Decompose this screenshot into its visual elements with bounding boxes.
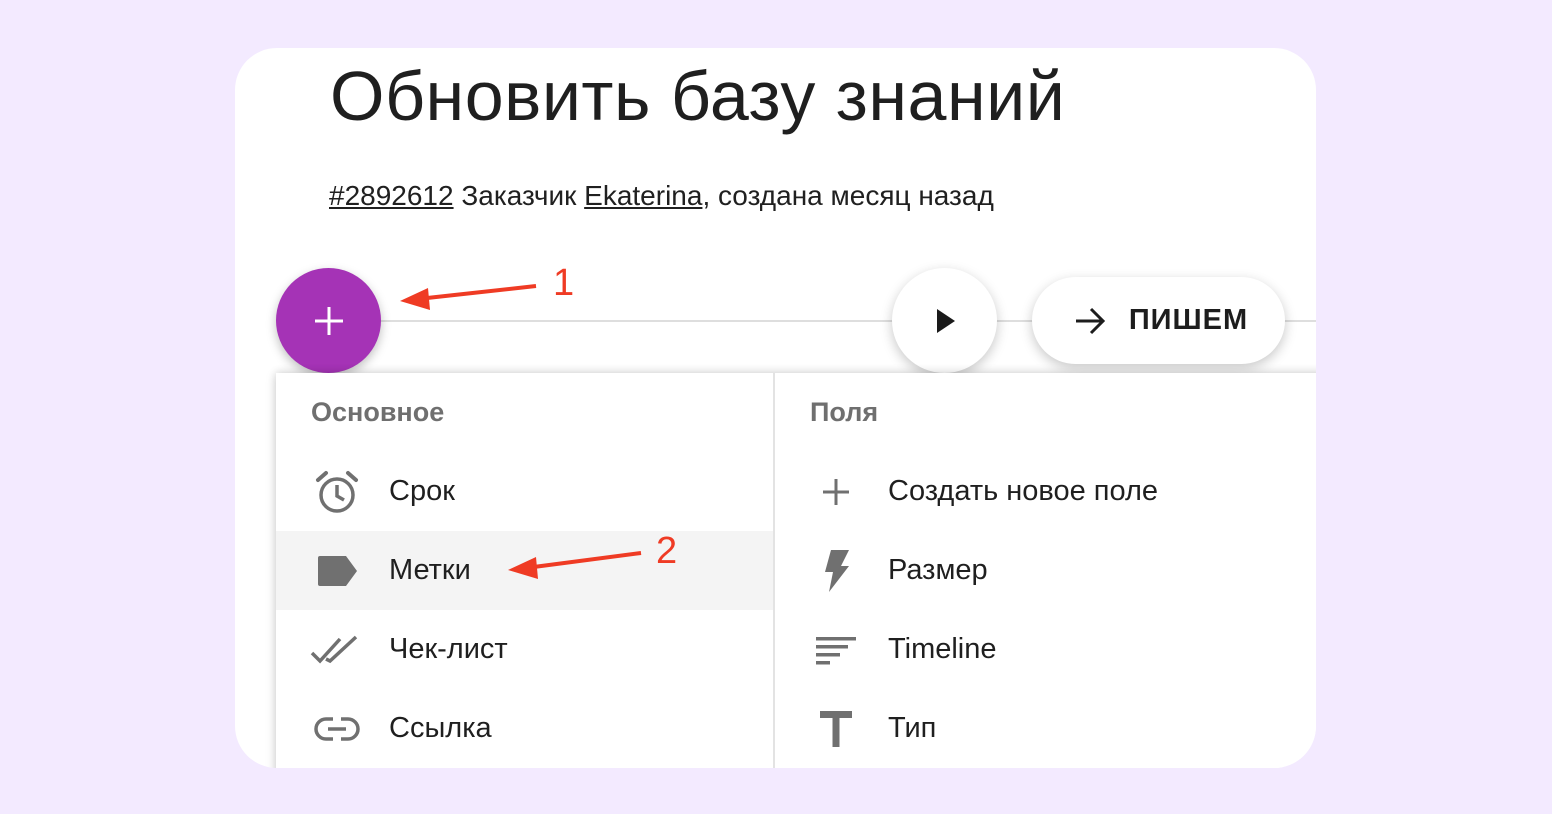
main-section: Основное Срок Метки Чек-лист Ссылка: [276, 373, 775, 768]
annotation-number-2: 2: [656, 530, 678, 572]
next-stage-button[interactable]: ПИШЕМ: [1032, 277, 1285, 364]
task-meta: #2892612 Заказчик Ekaterina, создана мес…: [329, 180, 994, 212]
alarm-clock-icon: [310, 465, 364, 519]
task-title: Обновить базу знаний: [330, 57, 1066, 135]
menu-item-label: Размер: [888, 554, 988, 586]
add-menu: Основное Срок Метки Чек-лист Ссылка Поля…: [276, 373, 1316, 768]
play-button[interactable]: [892, 268, 997, 373]
menu-item-label: Срок: [389, 475, 455, 507]
link-icon: [310, 702, 364, 756]
lightning-icon: [809, 544, 863, 598]
created-text: , создана месяц назад: [702, 180, 994, 211]
customer-link[interactable]: Ekaterina: [584, 180, 702, 211]
menu-item-size[interactable]: Размер: [775, 531, 1316, 610]
menu-item-create-field[interactable]: Создать новое поле: [775, 452, 1316, 531]
text-type-icon: [809, 702, 863, 756]
main-section-title: Основное: [311, 397, 445, 427]
menu-item-label: Метки: [389, 554, 471, 586]
next-stage-label: ПИШЕМ: [1128, 304, 1249, 336]
text-lines-icon: [809, 623, 863, 677]
menu-item-checklist[interactable]: Чек-лист: [276, 610, 773, 689]
menu-item-label: Создать новое поле: [888, 475, 1159, 507]
arrow-right-icon: [1075, 307, 1105, 334]
menu-item-label: Ссылка: [389, 712, 492, 744]
menu-item-label: Чек-лист: [389, 633, 508, 665]
add-button[interactable]: [276, 268, 381, 373]
menu-item-link[interactable]: Ссылка: [276, 689, 773, 768]
plus-icon: [314, 306, 343, 335]
customer-prefix: Заказчик: [453, 180, 585, 211]
task-id-link[interactable]: #2892612: [329, 180, 454, 211]
double-check-icon: [310, 623, 364, 677]
menu-item-type[interactable]: Тип: [775, 689, 1316, 768]
fields-section: Поля Создать новое поле Размер Timeline …: [775, 373, 1316, 768]
label-tag-icon: [310, 544, 364, 598]
fields-section-title: Поля: [810, 397, 879, 427]
play-icon: [936, 308, 955, 333]
plus-icon: [809, 465, 863, 519]
menu-item-timeline[interactable]: Timeline: [775, 610, 1316, 689]
menu-item-label: Тип: [888, 712, 937, 744]
menu-item-deadline[interactable]: Срок: [276, 452, 773, 531]
task-card: Обновить базу знаний #2892612 Заказчик E…: [235, 48, 1316, 768]
annotation-number-1: 1: [553, 262, 575, 304]
menu-item-label: Timeline: [888, 633, 997, 665]
menu-item-labels[interactable]: Метки: [276, 531, 773, 610]
